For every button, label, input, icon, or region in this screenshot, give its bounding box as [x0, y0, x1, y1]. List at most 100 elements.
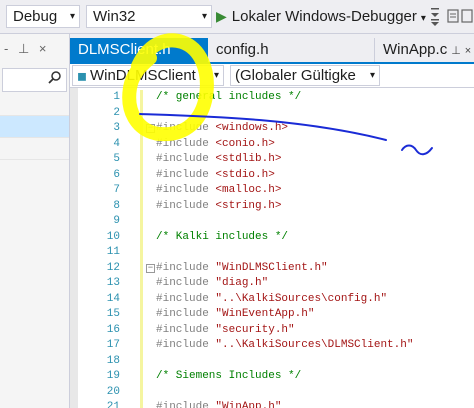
- toolbar: Debug ▾ Win32 ▾ ▶ Lokaler Windows-Debugge…: [0, 0, 474, 34]
- document-tabs: DLMSClient.h config.h WinApp.c ⊥ ×: [70, 34, 474, 64]
- line-number: 9: [113, 215, 120, 227]
- code-line[interactable]: 8 #include <string.h>: [70, 198, 474, 215]
- code-line[interactable]: 4 #include <conio.h>: [70, 136, 474, 153]
- toolbar-extra-icon[interactable]: [444, 6, 474, 28]
- change-marker: [140, 369, 143, 385]
- code-line[interactable]: 11: [70, 245, 474, 261]
- chevron-down-icon: ▾: [69, 11, 75, 22]
- change-marker: [140, 121, 143, 137]
- code-line[interactable]: 18: [70, 353, 474, 369]
- line-number: 7: [113, 184, 120, 196]
- preprocessor-directive: #include: [156, 199, 216, 212]
- line-number: 6: [113, 168, 120, 181]
- code-line[interactable]: 17 #include "..\KalkiSources\DLMSClient.h…: [70, 338, 474, 354]
- member-value: (Globaler Gültigke: [235, 67, 356, 84]
- include-path: <stdlib.h>: [215, 153, 282, 165]
- platform-dropdown[interactable]: Win32 ▾: [86, 5, 212, 28]
- code-text: /* Kalki includes */: [156, 230, 288, 246]
- code-line[interactable]: 2: [70, 105, 474, 121]
- tree-item-selected[interactable]: [0, 116, 69, 138]
- code-line[interactable]: 10 /* Kalki includes */: [70, 229, 474, 246]
- line-number: 21: [106, 401, 120, 408]
- preprocessor-directive: #include: [156, 184, 216, 196]
- search-icon[interactable]: [48, 70, 62, 87]
- preprocessor-directive: #include: [156, 137, 216, 150]
- panel-pin-controls[interactable]: - ⊥ ×: [4, 41, 49, 56]
- code-line[interactable]: 19 /* Siemens Includes */: [70, 369, 474, 385]
- include-path: <string.h>: [215, 199, 282, 212]
- code-line[interactable]: 9: [70, 214, 474, 230]
- play-icon: ▶: [216, 8, 227, 24]
- change-marker: [140, 400, 143, 408]
- code-text: #include <windows.h>: [156, 121, 288, 137]
- code-text: #include "diag.h": [156, 276, 268, 292]
- line-number: 13: [106, 277, 120, 289]
- toolbar-overflow-icon[interactable]: [428, 6, 442, 28]
- code-line[interactable]: 5 #include <stdlib.h>: [70, 152, 474, 168]
- code-line[interactable]: 14 #include "..\KalkiSources\config.h": [70, 291, 474, 308]
- panel-search-input[interactable]: [2, 68, 67, 92]
- platform-value: Win32: [93, 8, 136, 25]
- close-icon[interactable]: ×: [465, 45, 471, 57]
- tree-item[interactable]: [0, 138, 69, 160]
- code-text: #include <string.h>: [156, 199, 281, 215]
- code-line[interactable]: 12 − #include "WinDLMSClient.h": [70, 260, 474, 276]
- change-marker: [140, 307, 143, 323]
- include-path: "WinApp.h": [215, 401, 282, 408]
- code-comment: /* Kalki includes */: [156, 230, 289, 243]
- code-line[interactable]: 21 #include "WinApp.h": [70, 400, 474, 408]
- code-line[interactable]: 13 #include "diag.h": [70, 276, 474, 292]
- line-number: 15: [106, 308, 120, 320]
- code-comment: /* Siemens Includes */: [156, 370, 302, 382]
- code-text: #include "security.h": [156, 323, 295, 339]
- code-text: #include "..\KalkiSources\config.h": [156, 292, 387, 308]
- change-marker: [140, 167, 143, 183]
- code-line[interactable]: 7 #include <malloc.h>: [70, 183, 474, 199]
- change-marker: [140, 338, 143, 354]
- start-debugger-button[interactable]: ▶ Lokaler Windows-Debugger ▾: [216, 5, 426, 28]
- line-number: 20: [106, 385, 120, 398]
- tab-config-h[interactable]: config.h: [208, 38, 298, 62]
- code-text: #include "..\KalkiSources\DLMSClient.h": [156, 338, 413, 354]
- line-number: 12: [106, 261, 120, 274]
- code-line[interactable]: 16 #include "security.h": [70, 322, 474, 339]
- code-line[interactable]: 15 #include "WinEventApp.h": [70, 307, 474, 323]
- code-line[interactable]: 3 − #include <windows.h>: [70, 121, 474, 137]
- code-text: #include <conio.h>: [156, 137, 275, 153]
- preprocessor-directive: #include: [156, 153, 216, 165]
- tab-label: DLMSClient.h: [78, 41, 171, 58]
- change-marker: [140, 90, 143, 106]
- collapse-icon[interactable]: −: [146, 124, 155, 133]
- preprocessor-directive: #include: [156, 277, 216, 289]
- member-dropdown[interactable]: (Globaler Gültigke ▾: [230, 65, 380, 86]
- include-path: <conio.h>: [215, 137, 275, 150]
- preprocessor-directive: #include: [156, 261, 216, 274]
- code-line[interactable]: 1 /* general includes */: [70, 90, 474, 106]
- collapse-icon[interactable]: −: [146, 263, 155, 273]
- tree-item[interactable]: [0, 94, 69, 116]
- code-editor[interactable]: 1/* general includes */2 3− #include <wind…: [70, 88, 474, 408]
- change-marker: [140, 353, 143, 369]
- line-number: 3: [113, 122, 120, 134]
- pin-icon[interactable]: ⊥: [451, 45, 461, 57]
- chevron-down-icon: ▾: [213, 70, 219, 81]
- line-number: 10: [106, 230, 120, 243]
- code-text: #include "WinEventApp.h": [156, 307, 314, 323]
- line-number: 18: [106, 354, 120, 367]
- line-number: 8: [113, 199, 120, 212]
- scope-dropdown[interactable]: ◼ WinDLMSClient ▾: [72, 65, 224, 86]
- line-number: 11: [106, 246, 120, 258]
- change-marker: [140, 291, 143, 307]
- configuration-dropdown[interactable]: Debug ▾: [6, 5, 80, 28]
- tab-dlmsclient-h[interactable]: DLMSClient.h: [70, 38, 208, 62]
- code-text: #include <malloc.h>: [156, 183, 281, 199]
- code-line[interactable]: 6 #include <stdio.h>: [70, 167, 474, 183]
- line-number: 14: [106, 292, 120, 305]
- tab-winapp-c[interactable]: WinApp.c ⊥ ×: [374, 38, 474, 62]
- code-text: /* general includes */: [156, 90, 301, 106]
- preprocessor-directive: #include: [156, 168, 216, 181]
- change-marker: [140, 322, 143, 338]
- line-number: 1: [113, 91, 120, 103]
- code-line[interactable]: 20: [70, 384, 474, 400]
- solution-explorer-panel: - ⊥ ×: [0, 34, 70, 408]
